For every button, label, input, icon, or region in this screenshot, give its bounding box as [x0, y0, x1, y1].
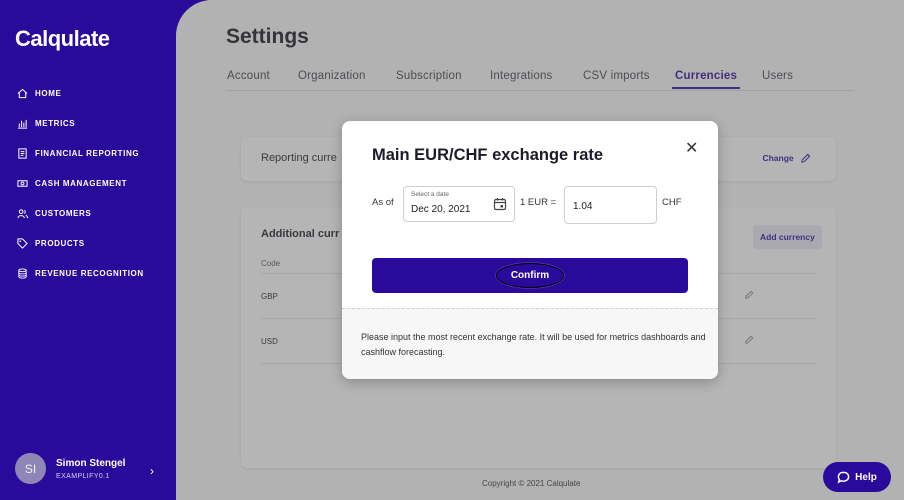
sidebar: Calqulate HOME METRICS FINANCIAL REPORTI… — [0, 0, 200, 500]
sidebar-item-label: CUSTOMERS — [35, 208, 92, 218]
sidebar-item-home[interactable]: HOME — [17, 78, 144, 108]
sidebar-item-financial-reporting[interactable]: FINANCIAL REPORTING — [17, 138, 144, 168]
coins-icon — [18, 267, 27, 279]
eur-label: 1 EUR = — [520, 197, 557, 208]
avatar: SI — [15, 453, 46, 484]
calendar-icon[interactable] — [493, 197, 507, 211]
sidebar-item-label: FINANCIAL REPORTING — [35, 148, 140, 158]
as-of-label: As of — [372, 197, 394, 208]
confirm-label: Confirm — [495, 263, 565, 288]
modal-title: Main EUR/CHF exchange rate — [372, 146, 604, 164]
user-name: Simon Stengel — [56, 457, 126, 469]
chf-label: CHF — [662, 197, 682, 208]
document-icon — [18, 147, 27, 159]
sidebar-item-metrics[interactable]: METRICS — [17, 108, 144, 138]
users-icon — [17, 208, 28, 218]
exchange-rate-modal: Main EUR/CHF exchange rate ✕ As of Selec… — [342, 121, 718, 379]
help-button[interactable]: Help — [823, 462, 891, 492]
user-profile[interactable]: SI Simon Stengel EXAMPLIFY0.1 — [15, 453, 125, 484]
modal-note: Please input the most recent exchange ra… — [361, 332, 706, 357]
confirm-button[interactable]: Confirm — [372, 258, 688, 293]
date-picker-value: Dec 20, 2021 — [411, 204, 471, 215]
sidebar-item-products[interactable]: PRODUCTS — [17, 228, 144, 258]
help-label: Help — [855, 471, 877, 483]
sidebar-item-label: CASH MANAGEMENT — [35, 178, 128, 188]
exchange-rate-input[interactable]: 1.04 — [564, 186, 657, 224]
date-picker-label: Select a date — [411, 191, 449, 198]
chat-bubble-icon — [837, 471, 850, 484]
home-icon — [17, 88, 28, 98]
tag-icon — [17, 237, 28, 249]
user-org: EXAMPLIFY0.1 — [56, 472, 110, 480]
bar-chart-icon — [17, 119, 28, 129]
close-icon[interactable]: ✕ — [685, 138, 698, 158]
sidebar-item-cash-management[interactable]: CASH MANAGEMENT — [17, 168, 144, 198]
cash-icon — [17, 179, 28, 187]
sidebar-item-label: METRICS — [35, 118, 76, 128]
date-picker[interactable]: Select a date Dec 20, 2021 — [403, 186, 515, 222]
app-logo[interactable]: Calqulate — [15, 26, 110, 52]
sidebar-nav: HOME METRICS FINANCIAL REPORTING CASH MA… — [17, 78, 144, 288]
sidebar-item-label: PRODUCTS — [35, 238, 85, 248]
sidebar-item-label: REVENUE RECOGNITION — [35, 268, 144, 278]
sidebar-item-customers[interactable]: CUSTOMERS — [17, 198, 144, 228]
modal-footer: Please input the most recent exchange ra… — [342, 308, 718, 379]
sidebar-item-revenue-recognition[interactable]: REVENUE RECOGNITION — [17, 258, 144, 288]
sidebar-item-label: HOME — [35, 88, 62, 98]
chevron-right-icon[interactable]: › — [150, 464, 154, 478]
